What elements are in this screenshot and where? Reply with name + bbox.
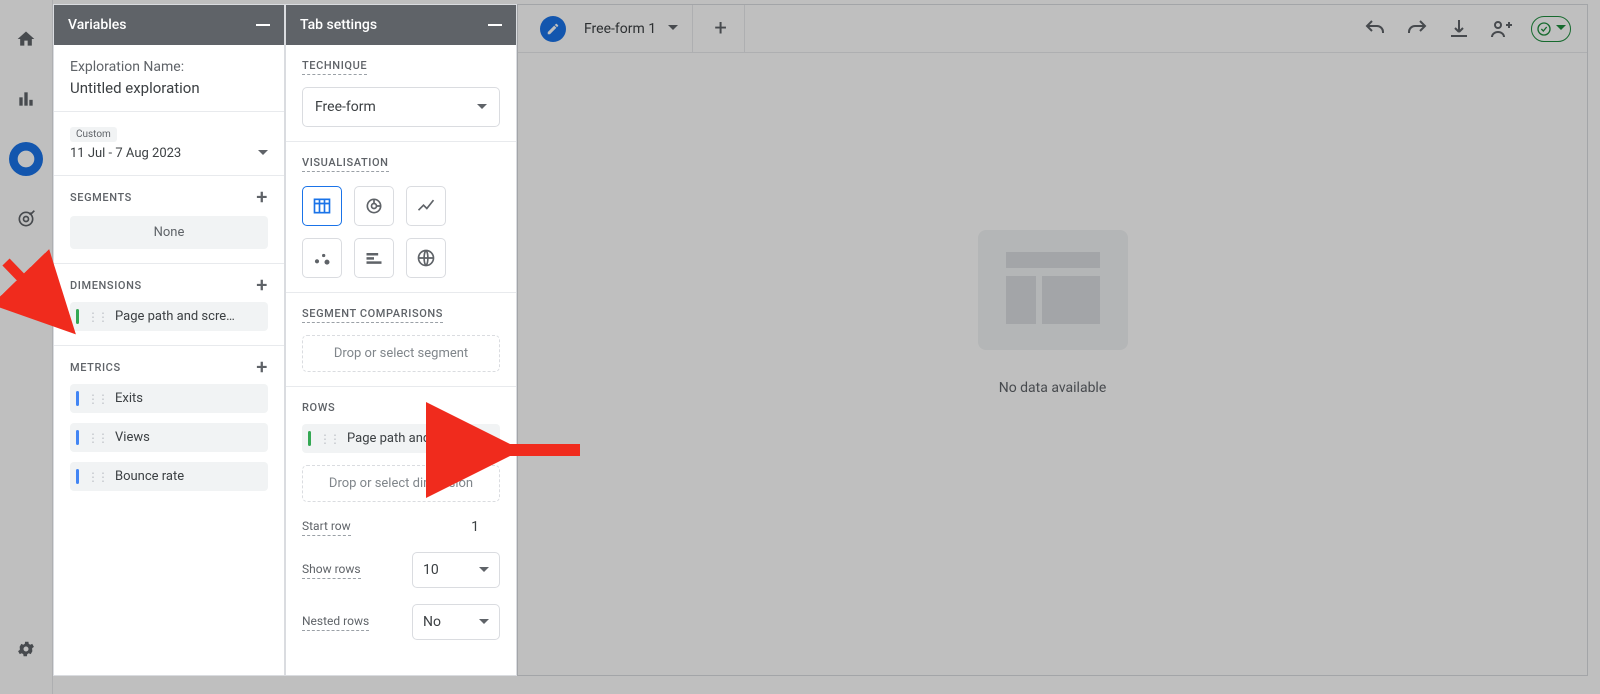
- collapse-icon[interactable]: [256, 24, 270, 26]
- exploration-name-label: Exploration Name:: [70, 59, 268, 75]
- edit-badge: [540, 16, 566, 42]
- explore-icon: [16, 149, 36, 169]
- viz-table[interactable]: [302, 186, 342, 226]
- start-row-label: Start row: [302, 519, 351, 536]
- drag-handle-icon: ⋮⋮: [87, 392, 107, 406]
- date-preset-badge: Custom: [70, 127, 117, 142]
- show-rows-value: 10: [423, 562, 439, 578]
- metric-chip[interactable]: ⋮⋮ Exits: [70, 384, 268, 413]
- viz-donut[interactable]: [354, 186, 394, 226]
- add-tab-button[interactable]: +: [697, 5, 745, 53]
- viz-geo[interactable]: [406, 238, 446, 278]
- undo-icon: [1363, 17, 1387, 41]
- collapse-icon[interactable]: [488, 24, 502, 26]
- variables-panel-header: Variables: [54, 5, 284, 45]
- home-icon: [16, 29, 36, 49]
- download-button[interactable]: [1447, 17, 1471, 41]
- dimension-chip[interactable]: ⋮⋮ Page path and scre…: [70, 302, 268, 331]
- canvas-tab[interactable]: Free-form 1: [526, 5, 693, 53]
- chevron-down-icon: [668, 25, 678, 35]
- table-icon: [312, 196, 332, 216]
- rail-explore[interactable]: [9, 142, 43, 176]
- target-icon: [16, 209, 36, 229]
- dimension-chip-label: Page path and scre…: [115, 309, 258, 324]
- chevron-down-icon: [1556, 25, 1566, 35]
- date-range-value: 11 Jul - 7 Aug 2023: [70, 146, 181, 161]
- drag-handle-icon: ⋮⋮: [87, 310, 107, 324]
- share-button[interactable]: [1489, 17, 1513, 41]
- metric-chip[interactable]: ⋮⋮ Bounce rate: [70, 462, 268, 491]
- segment-comparisons-label: SEGMENT COMPARISONS: [302, 307, 443, 323]
- gear-icon: [16, 639, 36, 659]
- show-rows-label: Show rows: [302, 562, 361, 579]
- chevron-down-icon: [479, 619, 489, 629]
- drag-handle-icon: ⋮⋮: [87, 431, 107, 445]
- download-icon: [1447, 17, 1471, 41]
- rail-admin[interactable]: [9, 632, 43, 666]
- viz-line[interactable]: [406, 186, 446, 226]
- chevron-down-icon: [479, 567, 489, 577]
- rows-chip-label: Page path and scre…: [347, 431, 490, 446]
- side-rail: [0, 0, 53, 694]
- add-dimension-button[interactable]: +: [256, 278, 268, 292]
- start-row-input[interactable]: [450, 518, 500, 536]
- person-add-icon: [1489, 17, 1513, 41]
- add-segment-button[interactable]: +: [256, 190, 268, 204]
- canvas: Free-form 1 + No data available: [517, 4, 1588, 676]
- rail-reports[interactable]: [9, 82, 43, 116]
- bar-chart-icon: [16, 89, 36, 109]
- donut-icon: [364, 196, 384, 216]
- segment-drop-slot[interactable]: Drop or select segment: [302, 335, 500, 372]
- tab-settings-header: Tab settings: [286, 5, 516, 45]
- rows-chip[interactable]: ⋮⋮ Page path and scre…: [302, 424, 500, 453]
- variables-panel: Variables Exploration Name: Untitled exp…: [53, 4, 285, 676]
- segments-none-chip: None: [70, 216, 268, 249]
- check-circle-icon: [1536, 21, 1552, 37]
- add-metric-button[interactable]: +: [256, 360, 268, 374]
- dimensions-label: DIMENSIONS: [70, 279, 142, 292]
- empty-state: No data available: [978, 230, 1128, 396]
- empty-state-icon: [978, 230, 1128, 350]
- metric-chip-label: Exits: [115, 391, 258, 406]
- chevron-down-icon: [477, 104, 487, 114]
- technique-select[interactable]: Free-form: [302, 87, 500, 127]
- metric-chip[interactable]: ⋮⋮ Views: [70, 423, 268, 452]
- rail-home[interactable]: [9, 22, 43, 56]
- pencil-icon: [546, 22, 560, 36]
- nested-rows-label: Nested rows: [302, 614, 369, 631]
- globe-icon: [416, 248, 436, 268]
- status-button[interactable]: [1531, 16, 1571, 42]
- line-icon: [416, 196, 436, 216]
- rows-label: ROWS: [302, 401, 335, 414]
- redo-button[interactable]: [1405, 17, 1429, 41]
- viz-bar[interactable]: [354, 238, 394, 278]
- rail-advertising[interactable]: [9, 202, 43, 236]
- drag-handle-icon: ⋮⋮: [319, 432, 339, 446]
- hbar-icon: [364, 248, 384, 268]
- metrics-label: METRICS: [70, 361, 121, 374]
- drag-handle-icon: ⋮⋮: [87, 470, 107, 484]
- viz-scatter[interactable]: [302, 238, 342, 278]
- scatter-icon: [312, 248, 332, 268]
- canvas-tab-label: Free-form 1: [584, 21, 656, 37]
- technique-label: TECHNIQUE: [302, 59, 367, 75]
- show-rows-select[interactable]: 10: [412, 552, 500, 588]
- undo-button[interactable]: [1363, 17, 1387, 41]
- chevron-down-icon: [258, 150, 268, 160]
- nested-rows-select[interactable]: No: [412, 604, 500, 640]
- redo-icon: [1405, 17, 1429, 41]
- visualisation-label: VISUALISATION: [302, 156, 389, 172]
- exploration-name-value[interactable]: Untitled exploration: [70, 79, 268, 97]
- variables-panel-title: Variables: [68, 17, 126, 33]
- empty-state-text: No data available: [978, 380, 1128, 396]
- tab-settings-title: Tab settings: [300, 17, 377, 33]
- technique-value: Free-form: [315, 99, 376, 115]
- metric-chip-label: Views: [115, 430, 258, 445]
- date-range-picker[interactable]: 11 Jul - 7 Aug 2023: [70, 146, 268, 161]
- tab-settings-panel: Tab settings TECHNIQUE Free-form VISUALI…: [285, 4, 517, 676]
- metric-chip-label: Bounce rate: [115, 469, 258, 484]
- rows-drop-slot[interactable]: Drop or select dimension: [302, 465, 500, 502]
- segments-label: SEGMENTS: [70, 191, 132, 204]
- nested-rows-value: No: [423, 614, 441, 630]
